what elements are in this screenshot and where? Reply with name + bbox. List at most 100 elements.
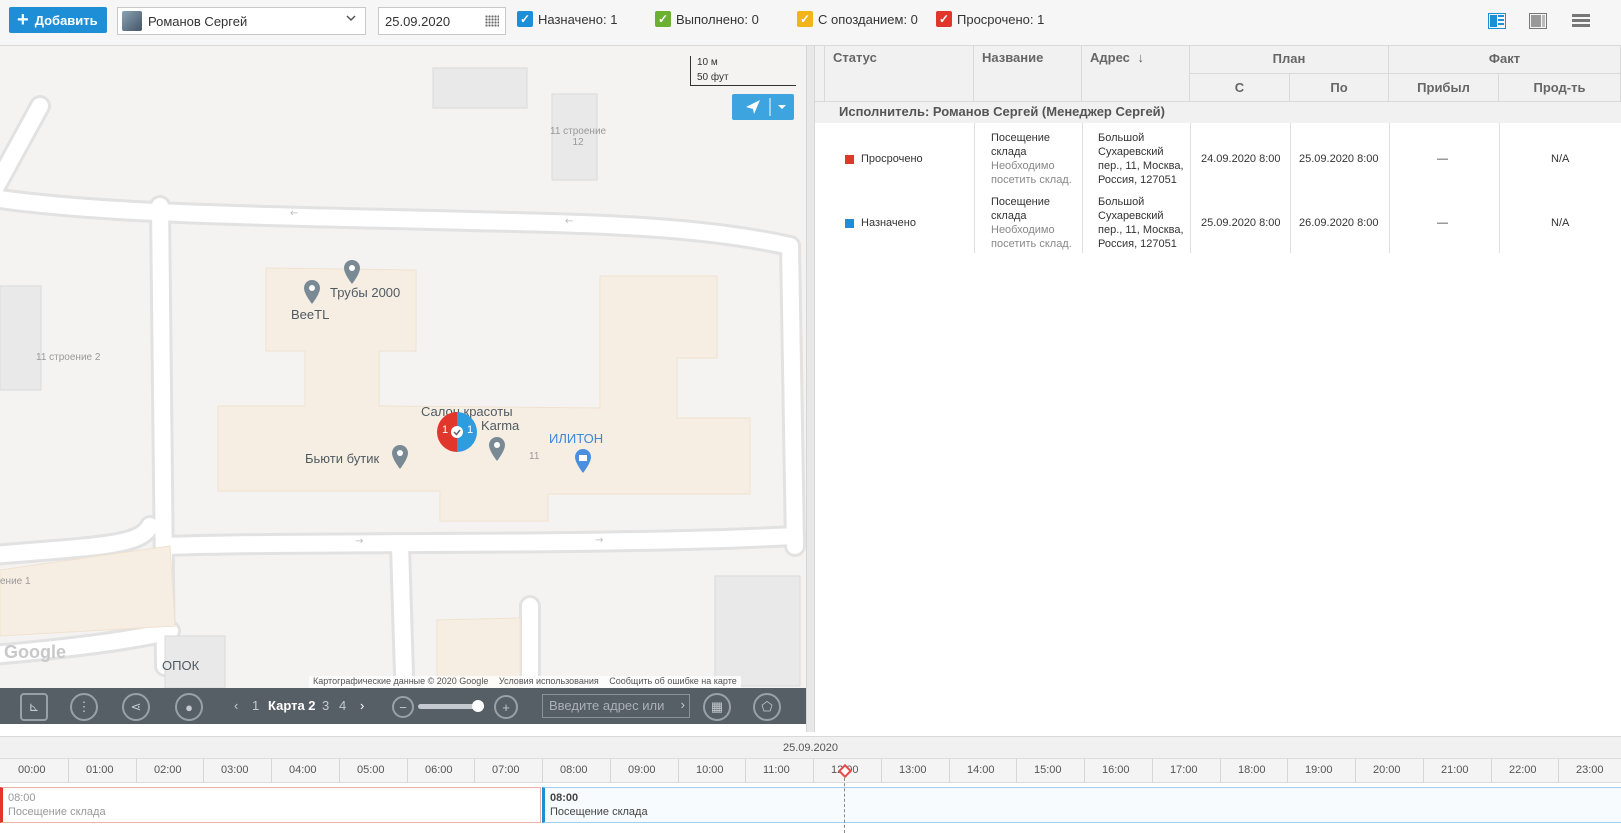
check-icon[interactable]: ✓: [655, 11, 671, 27]
check-icon[interactable]: ✓: [936, 11, 952, 27]
locate-button[interactable]: [732, 94, 794, 120]
filter-overdue[interactable]: ✓ Просрочено: 1: [936, 11, 1044, 27]
zoom-out-icon[interactable]: −: [392, 696, 414, 718]
page-3[interactable]: 3: [322, 698, 329, 713]
page-1[interactable]: 1: [252, 698, 259, 713]
chevron-down-icon: [345, 12, 357, 27]
timeline-hour-label: 14:00: [967, 764, 995, 776]
plan-from-cell: 24.09.2020 8:00: [1201, 153, 1281, 165]
header-name[interactable]: Название: [974, 46, 1082, 102]
ruler-icon[interactable]: ⊾: [20, 693, 48, 721]
timeline-hour-label: 16:00: [1102, 764, 1130, 776]
task-name: Посещение склада: [991, 132, 1051, 158]
map-pin-icon[interactable]: [390, 444, 410, 470]
timeline-hour-label: 00:00: [18, 764, 46, 776]
page-next-icon[interactable]: ›: [360, 698, 364, 713]
address-search-input[interactable]: Введите адрес или ›: [542, 694, 690, 718]
timeline-tick: [745, 759, 746, 782]
timeline-task[interactable]: 08:00 Посещение склада: [542, 787, 1621, 823]
map-label-building: ение 1: [0, 576, 31, 587]
name-cell: Посещение склада Необходимо посетить скл…: [991, 131, 1081, 187]
google-logo: Google: [4, 642, 66, 662]
filter-overdue-label: Просрочено: 1: [957, 11, 1045, 27]
header-arrived[interactable]: Прибыл: [1389, 74, 1499, 102]
check-icon[interactable]: ✓: [517, 11, 533, 27]
svg-text:→: →: [595, 535, 603, 546]
name-cell: Посещение склада Необходимо посетить скл…: [991, 195, 1081, 251]
timeline-tick: [1355, 759, 1356, 782]
add-button[interactable]: + Добавить: [9, 7, 107, 33]
map-toolbar: ⊾ ⋮ ⋖ ● ‹ 1 Карта 2 3 4 › − + Введите ад…: [0, 688, 806, 724]
timeline-hour-label: 23:00: [1576, 764, 1604, 776]
map-label-poi: Бьюти бутик: [305, 451, 380, 466]
filter-done[interactable]: ✓ Выполнено: 0: [655, 11, 759, 27]
header-status[interactable]: Статус: [825, 46, 974, 102]
traffic-light-icon[interactable]: ⋮: [70, 693, 98, 721]
current-time-line: [844, 778, 845, 833]
location-pin-icon[interactable]: ●: [175, 693, 203, 721]
task-cluster-marker[interactable]: 1 1: [437, 412, 477, 452]
zoom-in-icon[interactable]: +: [494, 695, 518, 719]
timeline-tick: [1491, 759, 1492, 782]
timeline-hours[interactable]: 00:00 01:00 02:00 03:00 04:00 05:00 06:00 07:00…: [0, 758, 1621, 783]
svg-text:←: ←: [565, 216, 573, 227]
map-attribution: Картографические данные © 2020 Google Ус…: [309, 676, 741, 688]
timeline-tick: [339, 759, 340, 782]
plan-from-cell: 25.09.2020 8:00: [1201, 217, 1281, 229]
map-label-building: 11 строение 2: [36, 352, 101, 363]
page-current[interactable]: Карта 2: [268, 698, 316, 713]
timeline-tick: [407, 759, 408, 782]
status-label: Просрочено: [861, 153, 923, 165]
header-plan-from[interactable]: С: [1190, 74, 1290, 102]
page-prev-icon[interactable]: ‹: [234, 698, 238, 713]
timeline-hour-label: 09:00: [628, 764, 656, 776]
timeline-tick: [1558, 759, 1559, 782]
timeline-tick: [474, 759, 475, 782]
status-assigned-icon: [845, 218, 854, 228]
terms-link[interactable]: Условия использования: [499, 676, 599, 686]
header-fact: Факт: [1389, 46, 1621, 74]
filter-late[interactable]: ✓ С опозданием: 0: [797, 11, 918, 27]
date-value: 25.09.2020: [385, 13, 451, 29]
map-pin-icon[interactable]: [342, 259, 362, 285]
timeline-tick: [678, 759, 679, 782]
timeline-tick: [203, 759, 204, 782]
plan-to-cell: 26.09.2020 8:00: [1299, 217, 1379, 229]
page-4[interactable]: 4: [339, 698, 346, 713]
report-error-link[interactable]: Сообщить об ошибке на карте: [609, 676, 736, 686]
timeline-tick: [610, 759, 611, 782]
shop-pin-icon[interactable]: [573, 448, 593, 474]
header-plan-to[interactable]: По: [1290, 74, 1389, 102]
layout-list-icon[interactable]: [1572, 13, 1590, 29]
check-icon[interactable]: ✓: [797, 11, 813, 27]
map-pin-icon[interactable]: [302, 279, 322, 305]
building-icon[interactable]: ▦: [703, 693, 731, 721]
filter-assigned[interactable]: ✓ Назначено: 1: [517, 11, 617, 27]
timeline-hour-label: 18:00: [1238, 764, 1266, 776]
add-button-label: Добавить: [34, 12, 98, 28]
arrived-cell: —: [1437, 217, 1448, 229]
filter-assigned-label: Назначено: 1: [538, 11, 618, 27]
header-duration[interactable]: Прод-ть: [1499, 74, 1621, 102]
filter-done-label: Выполнено: 0: [676, 11, 759, 27]
user-select[interactable]: Романов Сергей: [117, 7, 366, 35]
polygon-icon[interactable]: ⬠: [753, 693, 781, 721]
panel-splitter[interactable]: [806, 46, 815, 732]
task-table: Статус Название Адрес ↓ План Факт С По П…: [815, 46, 1621, 732]
header-address[interactable]: Адрес ↓: [1082, 46, 1190, 102]
group-row[interactable]: Исполнитель: Романов Сергей (Менеджер Се…: [815, 102, 1621, 123]
share-icon[interactable]: ⋖: [122, 693, 150, 721]
timeline-task[interactable]: 08:00 Посещение склада: [0, 787, 541, 823]
layout-split-icon[interactable]: [1488, 13, 1506, 29]
map-pin-icon[interactable]: [487, 436, 507, 462]
zoom-slider-handle[interactable]: [472, 700, 484, 712]
task-time: 08:00: [550, 792, 579, 804]
layout-map-icon[interactable]: [1529, 13, 1547, 29]
timeline-tick: [949, 759, 950, 782]
plus-icon: +: [17, 9, 29, 31]
map-label-poi: Karma: [481, 418, 520, 433]
map[interactable]: ← ← → → 10 м 50 фут 11 строение 12 11 ст…: [0, 46, 806, 688]
calendar-icon[interactable]: [485, 15, 499, 27]
date-field[interactable]: 25.09.2020: [378, 7, 506, 35]
status-overdue-icon: [845, 154, 854, 164]
